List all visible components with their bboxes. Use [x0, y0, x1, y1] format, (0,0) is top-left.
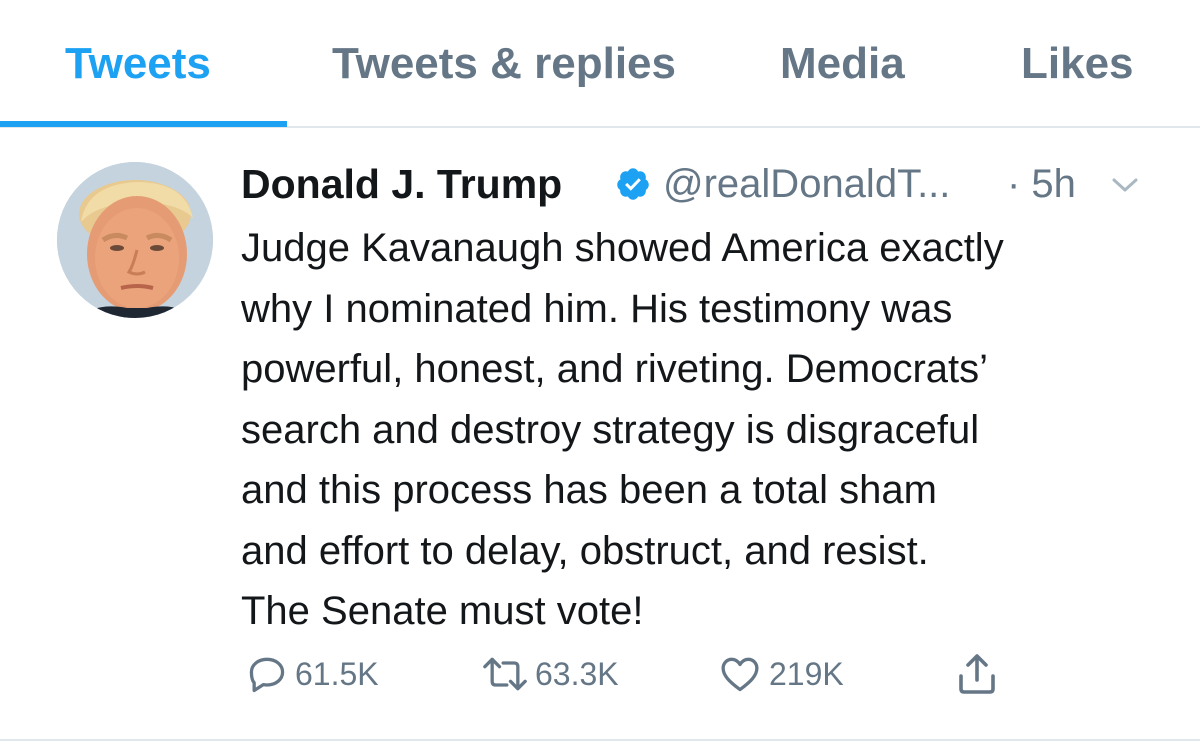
tab-tweets-and-replies[interactable]: Tweets & replies — [332, 38, 676, 90]
chevron-down-icon[interactable] — [1111, 174, 1139, 196]
author-display-name[interactable]: Donald J. Trump — [241, 160, 562, 208]
like-icon — [717, 652, 763, 696]
retweet-button[interactable]: 63.3K — [477, 642, 619, 706]
tab-likes[interactable]: Likes — [1021, 38, 1134, 90]
reply-button[interactable]: 61.5K — [245, 642, 379, 706]
verified-badge-icon — [615, 166, 651, 202]
share-icon — [953, 650, 1001, 698]
reply-icon — [245, 652, 289, 696]
like-count: 219K — [769, 656, 844, 692]
avatar-portrait — [57, 162, 213, 318]
tweet-text: Judge Kavanaugh showed America exactly w… — [241, 226, 1004, 633]
retweet-count: 63.3K — [535, 656, 619, 692]
author-handle[interactable]: @realDonaldT... — [663, 160, 950, 208]
tweet-header: Donald J. Trump @realDonaldT... · 5h — [241, 160, 1161, 208]
tweet-timestamp[interactable]: · 5h — [1007, 160, 1076, 208]
active-tab-indicator — [0, 121, 287, 127]
avatar[interactable] — [57, 162, 213, 318]
tweet-divider — [0, 739, 1200, 741]
retweet-icon — [477, 652, 533, 696]
reply-count: 61.5K — [295, 656, 379, 692]
like-button[interactable]: 219K — [717, 642, 844, 706]
tab-tweets[interactable]: Tweets — [65, 38, 211, 90]
tweet[interactable]: Donald J. Trump @realDonaldT... · 5h Jud… — [0, 128, 1200, 742]
profile-tabs: Tweets Tweets & replies Media Likes — [0, 0, 1200, 128]
tweet-actions: 61.5K 63.3K 219K — [241, 642, 1041, 706]
tab-media[interactable]: Media — [780, 38, 905, 90]
share-button[interactable] — [953, 642, 1001, 706]
